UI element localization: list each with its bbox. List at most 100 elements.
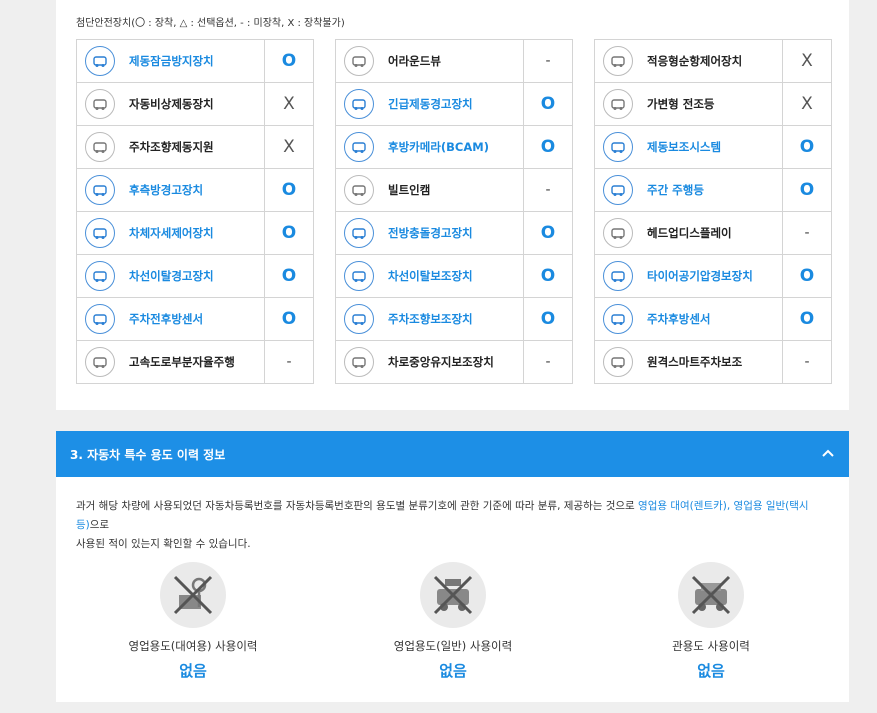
usage-government: 관용도 사용이력 없음: [611, 562, 811, 681]
feature-name-cell: 차체자세제어장치: [77, 212, 265, 254]
feature-value: O: [540, 223, 556, 243]
feature-value: O: [799, 180, 815, 200]
feature-name: 주차후방센서: [647, 312, 711, 326]
feature-row: 후방카메라(BCAM) O: [336, 126, 572, 169]
feature-row: 후측방경고장치 O: [77, 169, 313, 212]
highway-assist-icon: [85, 347, 115, 377]
adaptive-cruise-icon: [603, 46, 633, 76]
feature-name-cell: 주차후방센서: [595, 298, 783, 340]
rear-side-warning-icon: [85, 175, 115, 205]
feature-column-3: 적응형순항제어장치 X 가변형 전조등 X 제동보조시스템 O 주간 주행등 O 헤드업디스플레…: [594, 39, 832, 384]
feature-value-cell: O: [783, 255, 831, 297]
parking-steering-icon: [344, 304, 374, 334]
steering-brake-icon: [85, 132, 115, 162]
feature-value-cell: -: [783, 341, 831, 383]
feature-row: 전방충돌경고장치 O: [336, 212, 572, 255]
feature-row: 어라운드뷰 -: [336, 40, 572, 83]
feature-name-cell: 원격스마트주차보조: [595, 341, 783, 383]
feature-value-cell: X: [265, 83, 313, 125]
feature-name-cell: 주차조향보조장치: [336, 298, 524, 340]
feature-value-cell: O: [524, 212, 572, 254]
builtin-cam-icon: [344, 175, 374, 205]
feature-row: 적응형순항제어장치 X: [595, 40, 831, 83]
feature-value-cell: O: [783, 169, 831, 211]
feature-name: 헤드업디스플레이: [647, 226, 732, 240]
chevron-up-icon[interactable]: [821, 446, 835, 460]
feature-name: 차선이탈보조장치: [388, 269, 473, 283]
feature-row: 주차전후방센서 O: [77, 298, 313, 341]
feature-value: -: [804, 225, 810, 241]
feature-value-cell: -: [524, 341, 572, 383]
feature-row: 차선이탈경고장치 O: [77, 255, 313, 298]
feature-value: -: [545, 182, 551, 198]
feature-name-cell: 후측방경고장치: [77, 169, 265, 211]
feature-row: 자동비상제동장치 X: [77, 83, 313, 126]
feature-row: 주차후방센서 O: [595, 298, 831, 341]
abs-icon: [85, 46, 115, 76]
rear-camera-icon: [344, 132, 374, 162]
section3-header[interactable]: 3. 자동차 특수 용도 이력 정보: [56, 431, 849, 477]
feature-value-cell: -: [265, 341, 313, 383]
usage-value: 없음: [697, 662, 725, 680]
feature-name: 가변형 전조등: [647, 97, 715, 111]
feature-value-cell: O: [524, 255, 572, 297]
usage-rental: 영업용도(대여용) 사용이력 없음: [93, 562, 293, 681]
usage-value: 없음: [179, 662, 207, 680]
feature-value: X: [801, 51, 813, 71]
feature-value-cell: O: [783, 126, 831, 168]
feature-row: 제동잠금방지장치 O: [77, 40, 313, 83]
feature-name-cell: 주차전후방센서: [77, 298, 265, 340]
feature-value: X: [283, 94, 295, 114]
feature-row: 주차조향제동지원 X: [77, 126, 313, 169]
feature-value: -: [804, 354, 810, 370]
feature-row: 가변형 전조등 X: [595, 83, 831, 126]
lane-departure-icon: [85, 261, 115, 291]
feature-name: 타이어공기압경보장치: [647, 269, 753, 283]
brake-warning-icon: [344, 89, 374, 119]
feature-name: 차선이탈경고장치: [129, 269, 214, 283]
feature-value: O: [281, 180, 297, 200]
feature-value: O: [281, 309, 297, 329]
feature-name-cell: 차선이탈경고장치: [77, 255, 265, 297]
government-none-icon: [678, 562, 744, 628]
brake-assist-icon: [603, 132, 633, 162]
feature-name: 고속도로부분자율주행: [129, 355, 235, 369]
feature-row: 원격스마트주차보조 -: [595, 341, 831, 384]
feature-row: 헤드업디스플레이 -: [595, 212, 831, 255]
usage-label: 관용도 사용이력: [672, 639, 750, 653]
safety-legend: 첨단안전장치(〇 : 장착, △ : 선택옵션, - : 미장착, X : 장착…: [76, 18, 345, 29]
feature-row: 빌트인캠 -: [336, 169, 572, 212]
feature-name: 긴급제동경고장치: [388, 97, 473, 111]
usage-label: 영업용도(일반) 사용이력: [393, 639, 513, 653]
feature-value: O: [540, 94, 556, 114]
feature-name-cell: 자동비상제동장치: [77, 83, 265, 125]
emergency-brake-icon: [85, 89, 115, 119]
feature-value-cell: X: [265, 126, 313, 168]
feature-value-cell: O: [524, 83, 572, 125]
feature-name-cell: 전방충돌경고장치: [336, 212, 524, 254]
feature-name-cell: 제동잠금방지장치: [77, 40, 265, 82]
section3-description: 과거 해당 차량에 사용되었던 자동차등록번호를 자동차등록번호판의 용도별 분…: [76, 497, 816, 554]
feature-value: O: [281, 51, 297, 71]
special-usage-card: 과거 해당 차량에 사용되었던 자동차등록번호를 자동차등록번호판의 용도별 분…: [56, 477, 849, 702]
feature-name: 차로중앙유지보조장치: [388, 355, 494, 369]
feature-value: O: [799, 137, 815, 157]
lane-keep-icon: [344, 261, 374, 291]
feature-name-cell: 긴급제동경고장치: [336, 83, 524, 125]
feature-column-1: 제동잠금방지장치 O 자동비상제동장치 X 주차조향제동지원 X 후측방경고장치 O 차체자세제…: [76, 39, 314, 384]
desc-text-end: 으로: [89, 519, 110, 531]
feature-value: O: [799, 309, 815, 329]
feature-name: 주차조향보조장치: [388, 312, 473, 326]
feature-value-cell: O: [265, 169, 313, 211]
safety-features-card: 첨단안전장치(〇 : 장착, △ : 선택옵션, - : 미장착, X : 장착…: [56, 0, 849, 410]
feature-row: 타이어공기압경보장치 O: [595, 255, 831, 298]
feature-column-2: 어라운드뷰 - 긴급제동경고장치 O 후방카메라(BCAM) O 빌트인캠 - 전방충돌경고장치…: [335, 39, 573, 384]
feature-value-cell: O: [524, 298, 572, 340]
desc-text: 과거 해당 차량에 사용되었던 자동차등록번호를 자동차등록번호판의 용도별 분…: [76, 500, 639, 512]
feature-name: 전방충돌경고장치: [388, 226, 473, 240]
feature-value: -: [545, 53, 551, 69]
usage-label: 영업용도(대여용) 사용이력: [128, 639, 258, 653]
feature-name-cell: 헤드업디스플레이: [595, 212, 783, 254]
lane-center-icon: [344, 347, 374, 377]
feature-name: 제동보조시스템: [647, 140, 722, 154]
